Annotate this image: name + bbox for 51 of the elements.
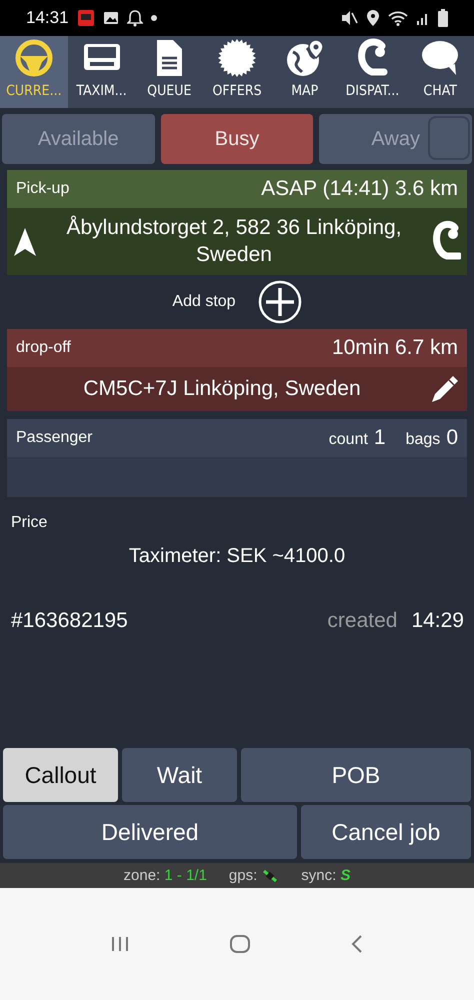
action-button[interactable]: Callout [3, 748, 118, 802]
pickup-address: Åbylundstorget 2, 582 36 Linköping, Sweden [65, 215, 403, 268]
passenger-label: Passenger [16, 428, 92, 448]
dropoff-eta: 10min 6.7 km [332, 335, 458, 362]
action-button[interactable]: Delivered [3, 805, 297, 860]
nav-tab[interactable]: QUEUE [135, 36, 204, 108]
nav-tab[interactable]: MAP [270, 36, 339, 108]
dropoff-address: CM5C+7J Linköping, Sweden [82, 376, 362, 402]
action-button[interactable]: POB [241, 748, 471, 802]
badge-seal-icon [217, 38, 258, 78]
nav-tab[interactable]: TAXIM... [68, 36, 136, 108]
toggle-knob[interactable] [428, 116, 470, 160]
wifi-icon [388, 10, 408, 26]
satellite-icon [261, 868, 280, 883]
clock: 14:31 [26, 7, 69, 30]
gps-label: gps: [228, 866, 258, 886]
sync-indicator: sync: S [301, 866, 350, 886]
bags-label: bags [406, 430, 440, 450]
action-button[interactable]: Wait [122, 748, 237, 802]
job-number: #163682195 [11, 608, 128, 634]
pickup-eta: ASAP (14:41) 3.6 km [261, 176, 458, 202]
add-icon[interactable] [258, 280, 302, 324]
steering-wheel-icon [14, 38, 54, 78]
home-icon[interactable] [228, 934, 251, 954]
zone-indicator: zone: 1 - 1/1 [124, 866, 207, 886]
recent-apps-icon[interactable] [110, 935, 130, 954]
dropoff-label: drop-off [16, 338, 71, 358]
created-time: 14:29 [411, 608, 464, 634]
nav-tab[interactable]: OFFERS [203, 36, 271, 108]
image-icon [102, 10, 119, 26]
nav-tab[interactable]: CHAT [406, 36, 474, 108]
action-button[interactable]: Cancel job [301, 805, 471, 860]
nav-tab[interactable]: CURRE... [0, 36, 68, 108]
status-button[interactable]: Busy [160, 114, 314, 164]
add-stop-label: Add stop [172, 292, 236, 312]
bell-icon [126, 9, 143, 27]
nav-tab[interactable]: DISPAT... [338, 36, 406, 108]
pencil-icon[interactable] [429, 374, 459, 404]
location-icon [366, 9, 380, 27]
back-icon[interactable] [350, 934, 364, 954]
dot-icon [150, 15, 157, 21]
price-label: Price [11, 513, 48, 533]
pickup-label: Pick-up [16, 179, 70, 199]
navigation-arrow-icon[interactable] [13, 226, 37, 256]
bags-count: 0 [446, 425, 458, 452]
count-label: count [328, 430, 368, 450]
price-value: Taximeter: SEK ~4100.0 [128, 544, 346, 569]
mute-icon [340, 10, 358, 26]
battery-icon [438, 9, 448, 27]
created-label: created [327, 608, 398, 634]
passenger-count: 1 [374, 425, 386, 452]
